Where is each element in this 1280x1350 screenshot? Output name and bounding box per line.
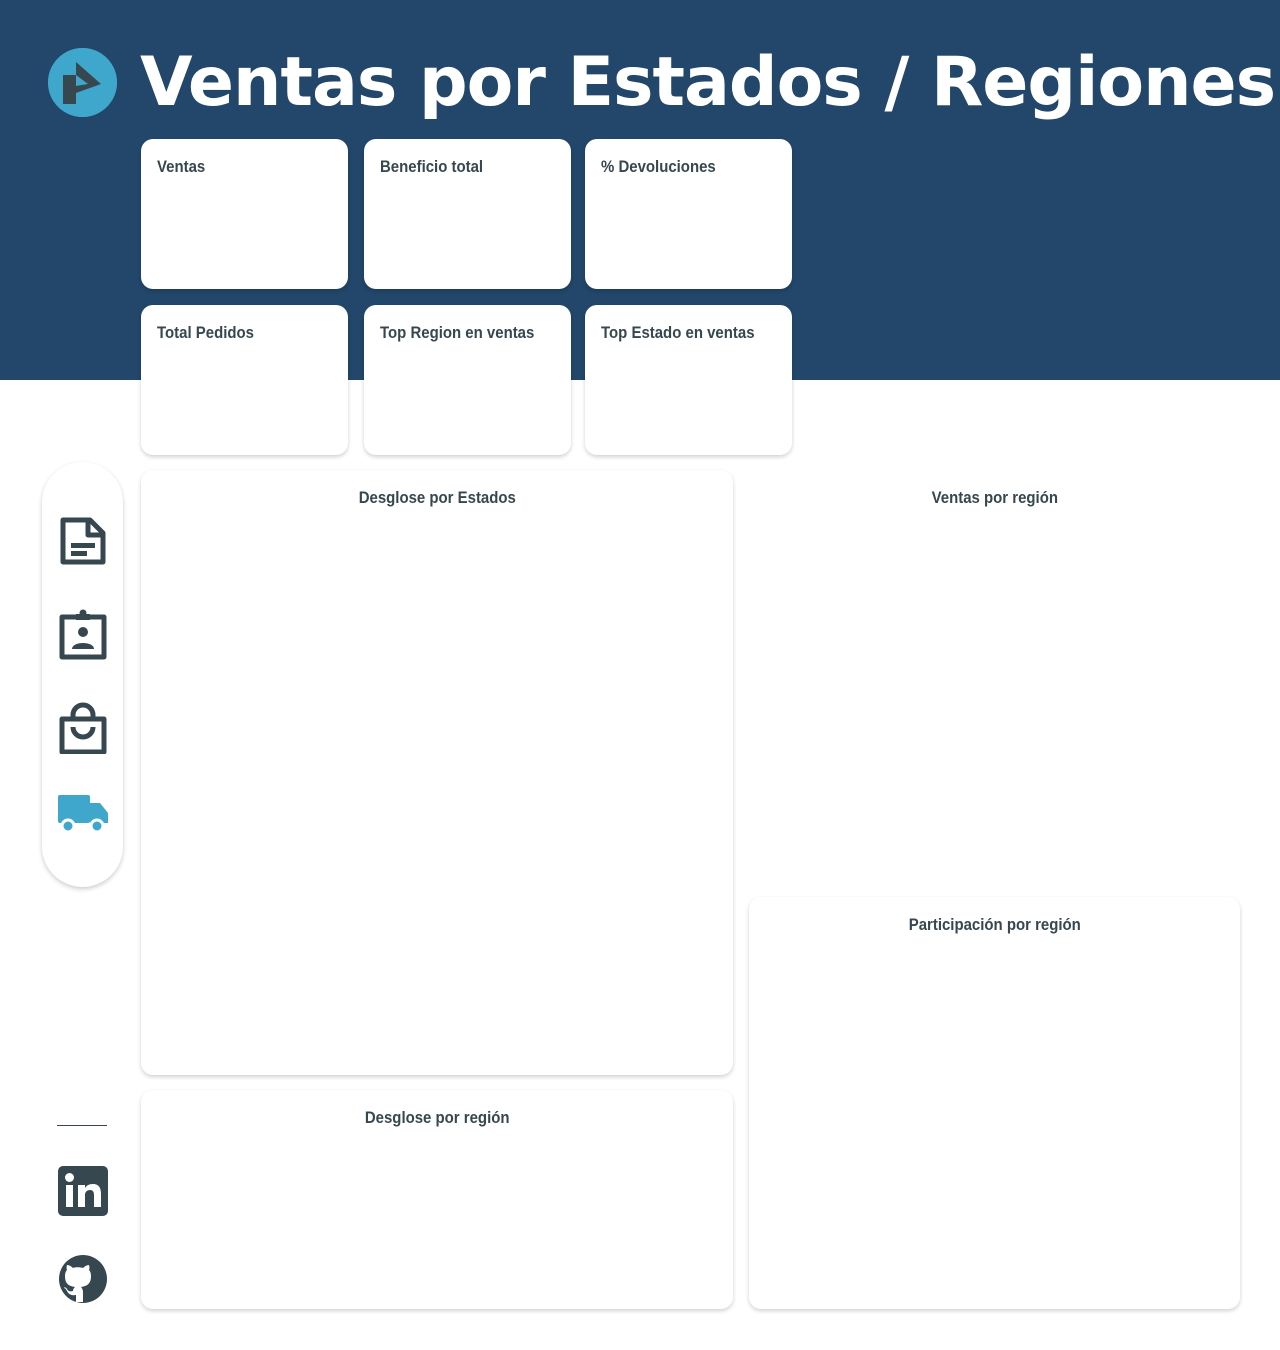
kpi-label: Top Region en ventas	[380, 323, 535, 342]
kpi-label: Top Estado en ventas	[601, 323, 755, 342]
brand-logo-icon	[48, 48, 117, 117]
kpi-label: % Devoluciones	[601, 157, 716, 176]
kpi-card-top-region: Top Region en ventas	[364, 305, 571, 455]
kpi-card-devoluciones: % Devoluciones	[585, 139, 792, 289]
document-icon[interactable]	[57, 515, 109, 567]
side-nav	[42, 462, 123, 887]
clipboard-account-icon[interactable]	[57, 608, 109, 660]
panel-ventas-region: Ventas por región	[749, 470, 1240, 880]
panel-title: Participación por región	[908, 915, 1081, 934]
linkedin-icon[interactable]	[57, 1165, 109, 1217]
kpi-card-total-pedidos: Total Pedidos	[141, 305, 348, 455]
panel-participacion-region: Participación por región	[749, 897, 1240, 1309]
kpi-label: Ventas	[157, 157, 206, 176]
page-title: Ventas por Estados / Regiones	[140, 43, 1276, 122]
kpi-label: Beneficio total	[380, 157, 484, 176]
divider	[57, 1125, 107, 1126]
kpi-label: Total Pedidos	[157, 323, 254, 342]
panel-desglose-estados: Desglose por Estados	[141, 470, 733, 1075]
panel-title: Desglose por región	[364, 1108, 510, 1127]
truck-icon[interactable]	[57, 788, 109, 840]
kpi-card-ventas: Ventas	[141, 139, 348, 289]
panel-title: Ventas por región	[931, 488, 1058, 507]
github-icon[interactable]	[57, 1253, 109, 1305]
panel-desglose-region: Desglose por región	[141, 1090, 733, 1309]
panel-title: Desglose por Estados	[358, 488, 516, 507]
shopping-bag-icon[interactable]	[57, 702, 109, 754]
kpi-card-top-estado: Top Estado en ventas	[585, 305, 792, 455]
kpi-card-beneficio: Beneficio total	[364, 139, 571, 289]
